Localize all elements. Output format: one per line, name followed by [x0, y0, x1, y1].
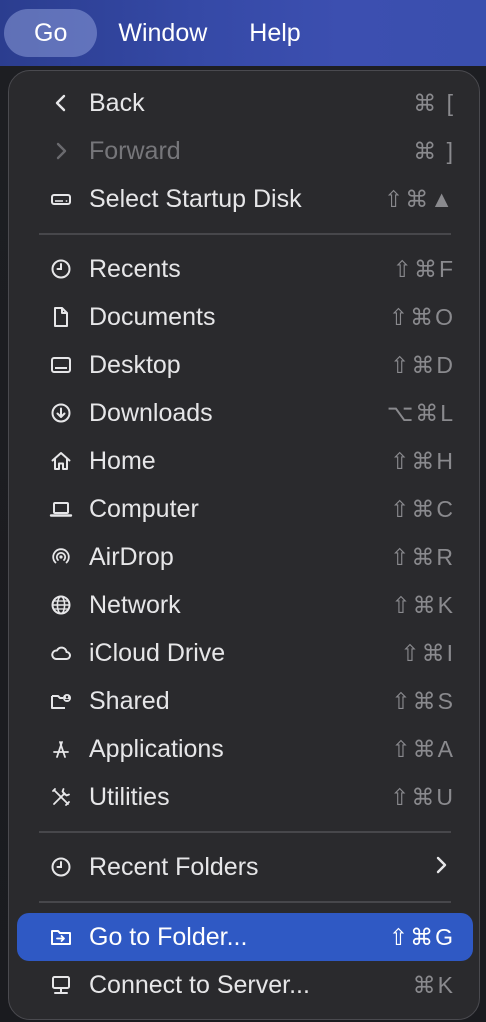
menu-item-shortcut: ⇧⌘▲ [383, 185, 455, 212]
clock-icon [45, 253, 77, 285]
menu-item-label: Forward [89, 136, 181, 165]
airdrop-icon [45, 541, 77, 573]
menu-item-label: Downloads [89, 398, 213, 427]
menu-item-shortcut: ⇧⌘I [400, 639, 455, 666]
menu-item-shortcut: ⇧⌘S [391, 687, 455, 714]
menu-item-computer[interactable]: Computer ⇧⌘C [17, 487, 473, 531]
menu-item-back[interactable]: Back ⌘ [ [17, 81, 473, 125]
menu-item-label: Home [89, 446, 156, 475]
menu-separator [39, 831, 451, 833]
menu-item-network[interactable]: Network ⇧⌘K [17, 583, 473, 627]
menu-item-label: Network [89, 590, 181, 619]
menu-item-shortcut: ⌘ [ [413, 89, 455, 116]
menu-item-label: Connect to Server... [89, 970, 310, 999]
menu-item-shortcut: ⇧⌘K [391, 591, 455, 618]
menu-item-shortcut: ⇧⌘R [390, 543, 455, 570]
menu-item-shortcut: ⇧⌘G [388, 923, 455, 950]
menu-item-shortcut: ⌘K [412, 971, 455, 998]
menu-item-label: AirDrop [89, 542, 174, 571]
chevron-left-icon [45, 87, 77, 119]
menu-item-label: iCloud Drive [89, 638, 226, 667]
desktop-icon [45, 349, 77, 381]
menu-item-label: Documents [89, 302, 216, 331]
menu-item-shortcut: ⇧⌘O [388, 303, 455, 330]
server-icon [45, 969, 77, 1001]
menu-item-recent-folders[interactable]: Recent Folders [17, 845, 473, 889]
menu-item-label: Back [89, 88, 145, 117]
menu-item-shortcut: ⌥⌘L [386, 399, 455, 426]
menu-item-label: Go to Folder... [89, 922, 248, 951]
menu-bar: Go Window Help [0, 0, 486, 66]
applications-icon [45, 733, 77, 765]
menu-item-label: Recent Folders [89, 852, 259, 881]
menu-item-label: Utilities [89, 782, 170, 811]
menu-item-documents[interactable]: Documents ⇧⌘O [17, 295, 473, 339]
globe-icon [45, 589, 77, 621]
menu-item-shared[interactable]: Shared ⇧⌘S [17, 679, 473, 723]
menu-item-recents[interactable]: Recents ⇧⌘F [17, 247, 473, 291]
download-icon [45, 397, 77, 429]
cloud-icon [45, 637, 77, 669]
menu-item-label: Shared [89, 686, 170, 715]
document-icon [45, 301, 77, 333]
menu-item-label: Select Startup Disk [89, 184, 302, 213]
menu-separator [39, 901, 451, 903]
shared-folder-icon [45, 685, 77, 717]
menu-item-shortcut: ⇧⌘F [392, 255, 455, 282]
menu-item-shortcut: ⇧⌘H [390, 447, 455, 474]
disk-icon [45, 183, 77, 215]
menu-item-downloads[interactable]: Downloads ⌥⌘L [17, 391, 473, 435]
menubar-window[interactable]: Window [97, 9, 228, 57]
menu-item-label: Desktop [89, 350, 181, 379]
chevron-right-icon [45, 135, 77, 167]
menu-item-utilities[interactable]: Utilities ⇧⌘U [17, 775, 473, 819]
menubar-help[interactable]: Help [228, 9, 321, 57]
menu-item-shortcut: ⌘ ] [413, 137, 455, 164]
menubar-go[interactable]: Go [4, 9, 98, 57]
menu-item-forward: Forward ⌘ ] [17, 129, 473, 173]
menu-item-home[interactable]: Home ⇧⌘H [17, 439, 473, 483]
menu-item-select-startup-disk[interactable]: Select Startup Disk ⇧⌘▲ [17, 177, 473, 221]
menu-item-shortcut: ⇧⌘A [391, 735, 455, 762]
tools-icon [45, 781, 77, 813]
go-menu: Back ⌘ [ Forward ⌘ ] Select Startup Disk… [8, 70, 480, 1020]
home-icon [45, 445, 77, 477]
menu-item-desktop[interactable]: Desktop ⇧⌘D [17, 343, 473, 387]
menu-item-label: Computer [89, 494, 199, 523]
menu-item-airdrop[interactable]: AirDrop ⇧⌘R [17, 535, 473, 579]
menu-separator [39, 233, 451, 235]
folder-arrow-icon [45, 921, 77, 953]
menu-item-go-to-folder[interactable]: Go to Folder... ⇧⌘G [17, 913, 473, 961]
menu-item-label: Applications [89, 734, 224, 763]
chevron-right-icon [429, 853, 453, 882]
menu-item-shortcut: ⇧⌘D [390, 351, 455, 378]
menu-item-shortcut: ⇧⌘U [390, 783, 455, 810]
menu-item-applications[interactable]: Applications ⇧⌘A [17, 727, 473, 771]
laptop-icon [45, 493, 77, 525]
menu-item-icloud-drive[interactable]: iCloud Drive ⇧⌘I [17, 631, 473, 675]
menu-item-connect-to-server[interactable]: Connect to Server... ⌘K [17, 963, 473, 1007]
menu-item-shortcut: ⇧⌘C [390, 495, 455, 522]
menu-item-label: Recents [89, 254, 181, 283]
clock-icon [45, 851, 77, 883]
